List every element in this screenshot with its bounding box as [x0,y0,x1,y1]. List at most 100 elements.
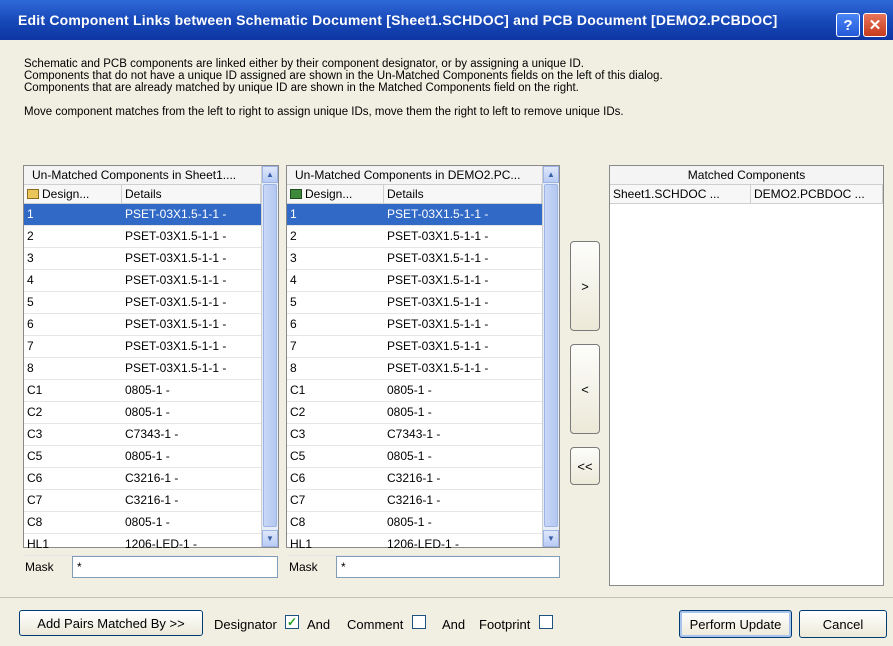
details-cell: PSET-03X1.5-1-1 - [387,229,489,243]
scroll-thumb[interactable] [263,184,277,527]
table-row[interactable]: 8 PSET-03X1.5-1-1 - [24,358,261,380]
table-row[interactable]: 1 PSET-03X1.5-1-1 - [24,204,261,226]
column-details[interactable]: Details [384,185,542,203]
unmatched-pcb-rows: 1 PSET-03X1.5-1-1 - 2 PSET-03X1.5-1-1 - 3 PSE… [287,204,542,556]
table-row[interactable]: 5 PSET-03X1.5-1-1 - [287,292,542,314]
designator-cell: C3 [290,427,306,441]
details-cell: PSET-03X1.5-1-1 - [387,295,489,309]
help-button[interactable]: ? [836,13,860,37]
and-label-1: And [307,617,331,632]
details-cell: 0805-1 - [125,405,170,419]
details-cell: C7343-1 - [387,427,441,441]
table-row[interactable]: C5 0805-1 - [24,446,261,468]
designator-cell: 1 [290,207,297,221]
table-row[interactable]: C2 0805-1 - [287,402,542,424]
table-row[interactable]: 8 PSET-03X1.5-1-1 - [287,358,542,380]
details-cell: C7343-1 - [125,427,179,441]
table-row[interactable]: HL1 1206-LED-1 - [24,534,261,556]
details-cell: 0805-1 - [387,515,432,529]
pcb-mask-label: Mask [289,560,318,574]
scroll-up-icon[interactable]: ▲ [262,166,278,183]
table-row[interactable]: 2 PSET-03X1.5-1-1 - [287,226,542,248]
scroll-down-icon[interactable]: ▼ [543,530,559,547]
unmatched-pcb-list[interactable]: Un-Matched Components in DEMO2.PC... Des… [286,165,560,556]
matched-columns: Sheet1.SCHDOC ... DEMO2.PCBDOC ... [610,185,883,204]
remove-match-button[interactable]: < [570,344,600,434]
unmatched-sch-header: Un-Matched Components in Sheet1.... [24,166,261,185]
table-row[interactable]: C7 C3216-1 - [287,490,542,512]
unmatched-pcb-scrollbar[interactable]: ▲ ▼ [542,166,559,547]
designator-cell: 5 [290,295,297,309]
details-cell: C3216-1 - [387,493,441,507]
table-row[interactable]: C6 C3216-1 - [24,468,261,490]
designator-cell: C5 [290,449,306,463]
unmatched-sch-scrollbar[interactable]: ▲ ▼ [261,166,278,547]
column-details[interactable]: Details [122,185,261,203]
column-designator[interactable]: Design... [24,185,122,203]
designator-cell: C2 [290,405,306,419]
table-row[interactable]: C1 0805-1 - [287,380,542,402]
details-cell: PSET-03X1.5-1-1 - [387,339,489,353]
table-row[interactable]: 4 PSET-03X1.5-1-1 - [24,270,261,292]
comment-checkbox[interactable] [412,615,426,629]
details-cell: PSET-03X1.5-1-1 - [125,251,227,265]
scroll-down-icon[interactable]: ▼ [262,530,278,547]
table-row[interactable]: C6 C3216-1 - [287,468,542,490]
table-row[interactable]: C3 C7343-1 - [24,424,261,446]
table-row[interactable]: 4 PSET-03X1.5-1-1 - [287,270,542,292]
table-row[interactable]: 5 PSET-03X1.5-1-1 - [24,292,261,314]
designator-cell: C7 [290,493,306,507]
sch-mask-input[interactable] [72,556,278,578]
footprint-label: Footprint [479,617,531,632]
close-button[interactable]: ✕ [863,13,887,37]
scroll-thumb[interactable] [544,184,558,527]
details-cell: 0805-1 - [125,515,170,529]
table-row[interactable]: 2 PSET-03X1.5-1-1 - [24,226,261,248]
column-designator-label: Design... [305,187,353,201]
table-row[interactable]: 6 PSET-03X1.5-1-1 - [24,314,261,336]
table-row[interactable]: 6 PSET-03X1.5-1-1 - [287,314,542,336]
matched-header: Matched Components [610,166,883,185]
add-pairs-button[interactable]: Add Pairs Matched By >> [19,610,203,636]
designator-checkbox[interactable]: ✓ [285,615,299,629]
table-row[interactable]: C5 0805-1 - [287,446,542,468]
footprint-checkbox[interactable] [539,615,553,629]
designator-cell: 8 [27,361,34,375]
table-row[interactable]: 7 PSET-03X1.5-1-1 - [24,336,261,358]
details-cell: PSET-03X1.5-1-1 - [125,273,227,287]
details-cell: 0805-1 - [387,405,432,419]
table-row[interactable]: 3 PSET-03X1.5-1-1 - [24,248,261,270]
cancel-button[interactable]: Cancel [799,610,887,638]
details-cell: PSET-03X1.5-1-1 - [125,207,227,221]
table-row[interactable]: HL1 1206-LED-1 - [287,534,542,556]
column-pcb[interactable]: DEMO2.PCBDOC ... [751,185,883,203]
scroll-up-icon[interactable]: ▲ [543,166,559,183]
details-cell: C3216-1 - [387,471,441,485]
add-match-button[interactable]: > [570,241,600,331]
table-row[interactable]: 3 PSET-03X1.5-1-1 - [287,248,542,270]
table-row[interactable]: C8 0805-1 - [24,512,261,534]
table-row[interactable]: C1 0805-1 - [24,380,261,402]
remove-all-matches-button[interactable]: << [570,447,600,485]
unmatched-pcb-header: Un-Matched Components in DEMO2.PC... [287,166,542,185]
designator-cell: C7 [27,493,43,507]
designator-cell: C1 [290,383,306,397]
pcb-mask-input[interactable] [336,556,560,578]
sch-mask-label: Mask [25,560,54,574]
table-row[interactable]: 7 PSET-03X1.5-1-1 - [287,336,542,358]
matched-list[interactable]: Matched Components Sheet1.SCHDOC ... DEM… [609,165,884,586]
table-row[interactable]: C2 0805-1 - [24,402,261,424]
table-row[interactable]: C3 C7343-1 - [287,424,542,446]
table-row[interactable]: C8 0805-1 - [287,512,542,534]
designator-cell: C1 [27,383,43,397]
table-row[interactable]: 1 PSET-03X1.5-1-1 - [287,204,542,226]
designator-cell: C8 [27,515,43,529]
designator-cell: C3 [27,427,43,441]
table-row[interactable]: C7 C3216-1 - [24,490,261,512]
perform-update-button[interactable]: Perform Update [679,610,792,638]
column-designator[interactable]: Design... [287,185,384,203]
designator-cell: 7 [290,339,297,353]
unmatched-sch-list[interactable]: Un-Matched Components in Sheet1.... Desi… [23,165,279,556]
column-sch[interactable]: Sheet1.SCHDOC ... [610,185,751,203]
details-cell: 1206-LED-1 - [125,537,198,551]
